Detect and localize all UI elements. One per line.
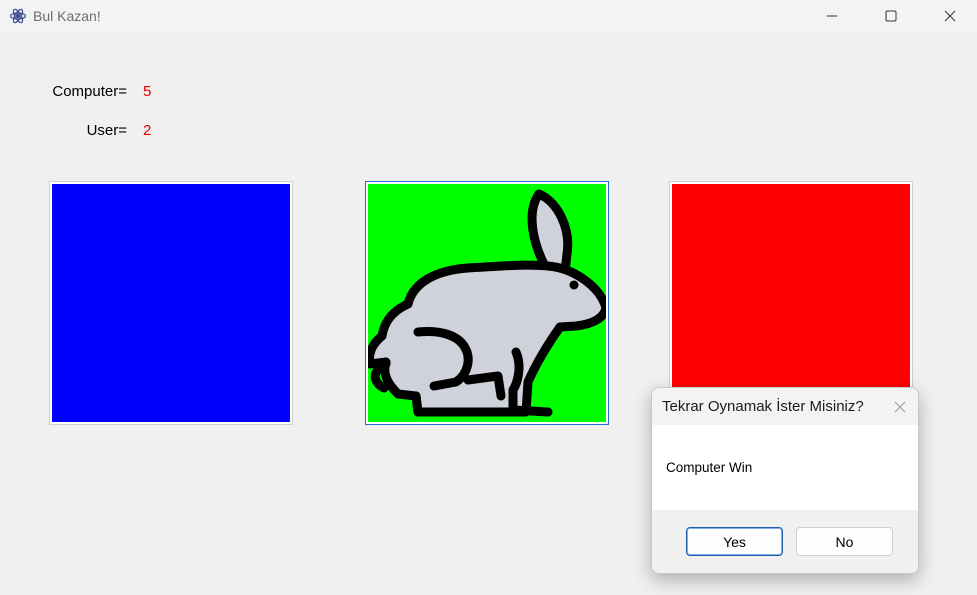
user-score-label: User= <box>86 122 127 139</box>
message-dialog: Tekrar Oynamak İster Misiniz? Computer W… <box>651 387 919 574</box>
close-icon <box>944 10 956 22</box>
dialog-footer: Yes No <box>652 510 918 573</box>
minimize-icon <box>827 15 837 17</box>
dialog-message: Computer Win <box>666 460 753 475</box>
close-button[interactable] <box>927 0 973 32</box>
card-fill <box>368 184 606 422</box>
card-blue[interactable] <box>49 181 293 425</box>
dialog-title: Tekrar Oynamak İster Misiniz? <box>662 398 864 415</box>
app-icon <box>9 7 27 25</box>
maximize-button[interactable] <box>868 0 914 32</box>
computer-score-label: Computer= <box>52 83 127 100</box>
title-bar: Bul Kazan! <box>0 0 977 32</box>
dialog-close-button[interactable] <box>894 400 906 413</box>
window-title: Bul Kazan! <box>33 8 101 24</box>
card-fill <box>52 184 290 422</box>
card-green[interactable] <box>365 181 609 425</box>
computer-score-value: 5 <box>143 83 152 100</box>
dialog-header: Tekrar Oynamak İster Misiniz? <box>652 388 918 425</box>
yes-button[interactable]: Yes <box>686 527 783 556</box>
rabbit-icon <box>368 189 606 417</box>
no-button[interactable]: No <box>796 527 893 556</box>
user-score-value: 2 <box>143 122 152 139</box>
maximize-icon <box>885 10 897 22</box>
minimize-button[interactable] <box>809 0 855 32</box>
close-icon <box>894 401 906 413</box>
